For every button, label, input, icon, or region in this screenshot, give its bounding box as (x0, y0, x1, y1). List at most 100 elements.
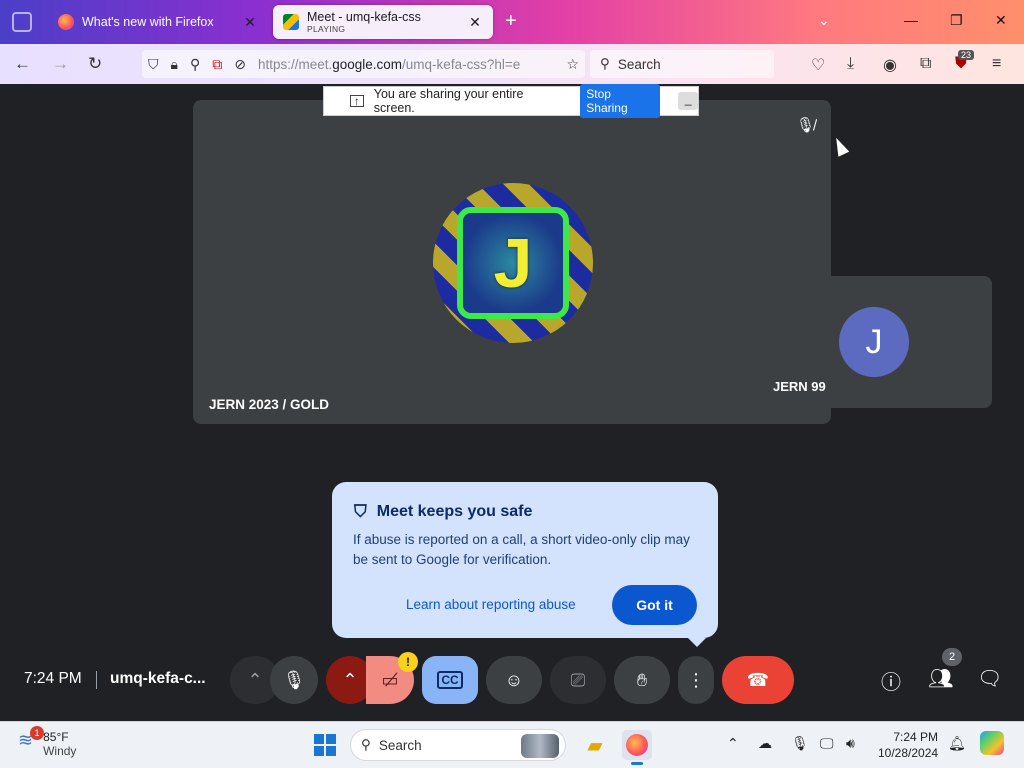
weather-desc: Windy (43, 744, 77, 758)
card-title: Meet keeps you safe (376, 503, 533, 520)
mic-off-icon: 🎙︎̸ (795, 117, 815, 134)
search-placeholder: Search (617, 56, 661, 72)
screen-share-icon[interactable]: ⧉ (212, 56, 222, 73)
microphone-tray-icon[interactable]: 🎙︎ (791, 735, 809, 752)
url-text[interactable]: https://meet.google.com/umq-kefa-css?hl=… (258, 57, 528, 72)
list-all-tabs-icon[interactable]: ⌄ (818, 12, 830, 29)
search-field[interactable]: ⚲ Search (590, 50, 774, 78)
show-hidden-icons[interactable]: ⌃ (727, 735, 739, 752)
onedrive-icon[interactable]: ☁︎ (758, 735, 772, 752)
copilot-icon[interactable] (980, 731, 1004, 755)
microphone-icon: 🎙︎ (282, 669, 306, 690)
account-icon[interactable]: ◉ (883, 55, 897, 75)
share-status-text: You are sharing your entire screen. (373, 87, 524, 115)
meeting-info-icon[interactable]: ⓘ (881, 666, 901, 695)
stop-sharing-button[interactable]: Stop Sharing (580, 84, 661, 118)
share-screen-icon: ↑ (350, 95, 364, 107)
navigation-toolbar: ← → ↻ ⛉ 🔒︎ ⚲ ⧉ ⊘ https://meet.google.com… (0, 44, 1024, 84)
autoplay-blocked-icon[interactable]: ⊘ (234, 56, 246, 73)
weather-temp: 85°F (43, 730, 69, 744)
firefox-icon (58, 14, 74, 30)
more-options-button[interactable]: ⋮ (678, 656, 714, 704)
windows-taskbar: ≋ 1 85°F Windy ⚲ Search ▰ ⌃ ☁︎ 🎙︎ 🖵︎ 🔊︎ 7… (0, 721, 1024, 768)
tab-title: Meet - umq-kefa-css (307, 10, 421, 24)
bookmark-star-icon[interactable]: ☆ (566, 56, 579, 73)
downloads-icon[interactable]: ⤓ (847, 55, 854, 73)
menu-icon[interactable]: ≡ (992, 55, 1001, 73)
reload-button[interactable]: ↻ (88, 54, 102, 74)
pocket-icon[interactable]: ♡ (811, 55, 825, 75)
forward-button[interactable]: → (52, 54, 69, 74)
hand-icon: ✋︎ (636, 669, 648, 690)
tab-playing-label: PLAYING (307, 24, 346, 34)
avatar: J (839, 307, 909, 377)
captions-icon: CC (437, 671, 463, 689)
start-button[interactable] (314, 734, 336, 756)
close-tab-icon[interactable]: ✕ (242, 14, 258, 31)
extension-badge: 23 (958, 50, 975, 60)
tab-title: What's new with Firefox (82, 15, 214, 29)
minimize-banner-button[interactable]: _ (678, 92, 698, 110)
more-vert-icon: ⋮ (687, 669, 705, 690)
shield-icon: ⛉ (354, 502, 367, 521)
chat-icon[interactable]: 🗨︎ (977, 666, 1002, 691)
volume-icon[interactable]: 🔊︎ (846, 735, 855, 752)
safety-info-card: ⛉ Meet keeps you safe If abuse is report… (332, 482, 718, 647)
captions-button[interactable]: CC (422, 656, 478, 704)
meet-icon (283, 14, 299, 30)
camera-warning-badge: ! (398, 652, 418, 672)
main-participant-tile: J 🎙︎̸ JERN 2023 / GOLD (193, 100, 831, 424)
file-explorer-icon[interactable]: ▰ (580, 730, 610, 760)
firefox-view-icon[interactable] (12, 12, 32, 32)
close-window-icon[interactable]: ✕ (995, 12, 1007, 29)
emoji-icon: ☺ (504, 669, 524, 690)
end-call-icon: ☎︎ (746, 669, 770, 690)
wind-icon: ≋ 1 (18, 726, 44, 758)
people-count-badge: 2 (942, 648, 962, 666)
firefox-taskbar-icon[interactable] (622, 730, 652, 765)
microphone-button[interactable]: 🎙︎ (270, 656, 318, 704)
tab-meet[interactable]: Meet - umq-kefa-css PLAYING ✕ (273, 5, 493, 39)
meeting-clock: 7:24 PM (24, 670, 82, 687)
weather-widget[interactable]: ≋ 1 85°F Windy (18, 726, 77, 758)
participant-name: JERN 2023 / GOLD (209, 397, 330, 412)
self-participant-tile: J JERN 99 (757, 276, 992, 408)
search-placeholder: Search (378, 737, 422, 753)
raise-hand-button[interactable]: ✋︎ (614, 656, 670, 704)
search-highlight-icon (521, 734, 559, 758)
participant-name: JERN 99 (773, 379, 826, 394)
notifications-bell-icon[interactable]: 🔔︎ (948, 735, 966, 752)
clock-area[interactable]: 7:24 PM 10/28/2024 (878, 729, 938, 761)
url-bar[interactable]: ⛉ 🔒︎ ⚲ ⧉ ⊘ https://meet.google.com/umq-k… (142, 50, 585, 78)
people-icon[interactable]: 👥︎ (928, 666, 953, 691)
taskbar-time: 7:24 PM (893, 730, 939, 744)
back-button[interactable]: ← (14, 54, 31, 74)
present-button[interactable]: ⎚ (550, 656, 606, 704)
lock-icon[interactable]: 🔒︎ (171, 56, 178, 73)
new-tab-button[interactable]: + (505, 10, 517, 33)
browser-tabstrip: What's new with Firefox ✕ Meet - umq-kef… (0, 0, 1024, 44)
got-it-button[interactable]: Got it (612, 585, 697, 625)
mouse-cursor (830, 135, 850, 157)
card-body: If abuse is reported on a call, a short … (353, 532, 690, 567)
screen-share-banner: ↑ You are sharing your entire screen. St… (323, 84, 699, 118)
present-screen-icon: ⎚ (570, 669, 586, 690)
leave-call-button[interactable]: ☎︎ (722, 656, 794, 704)
network-icon[interactable]: 🖵︎ (820, 735, 834, 752)
learn-reporting-link[interactable]: Learn about reporting abuse (406, 597, 576, 612)
divider (96, 671, 97, 689)
search-icon: ⚲ (361, 737, 371, 752)
extensions-icon[interactable]: ⧉ (920, 55, 931, 73)
camera-off-icon: ▭̸ (381, 669, 399, 690)
permissions-icon[interactable]: ⚲ (190, 56, 200, 73)
close-tab-icon[interactable]: ✕ (467, 14, 483, 31)
weather-badge: 1 (30, 726, 44, 740)
taskbar-search[interactable]: ⚲ Search (350, 729, 566, 761)
participant-avatar: J (433, 183, 593, 343)
meeting-code[interactable]: umq-kefa-c... (110, 670, 206, 688)
restore-window-icon[interactable]: ❐ (950, 12, 963, 29)
minimize-window-icon[interactable]: — (904, 12, 918, 28)
reactions-button[interactable]: ☺ (486, 656, 542, 704)
tab-whats-new[interactable]: What's new with Firefox ✕ (48, 5, 268, 39)
tracking-protection-icon[interactable]: ⛉ (148, 56, 159, 73)
